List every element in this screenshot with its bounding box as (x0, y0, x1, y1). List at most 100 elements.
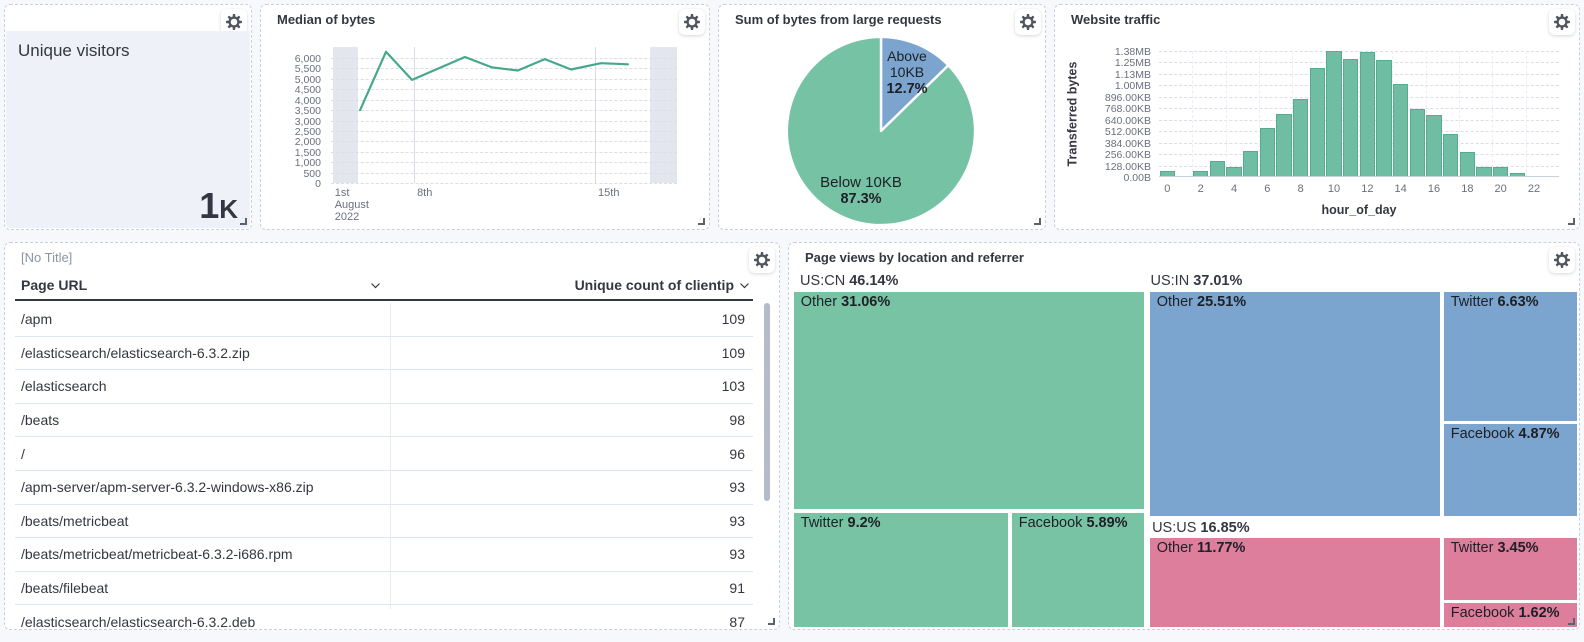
treemap-cell-twitter[interactable]: Twitter 6.63% (1444, 292, 1577, 421)
treemap-chart: US:CN 46.14%Other 31.06%Twitter 9.2%Face… (793, 271, 1577, 627)
panel-title: Website traffic (1071, 12, 1539, 27)
traffic-bar-hour-16[interactable] (1426, 115, 1441, 177)
traffic-bar-hour-12[interactable] (1360, 52, 1375, 177)
chevron-down-icon (738, 279, 751, 292)
y-axis-tick-label: 1.13MB (1115, 69, 1151, 81)
treemap-cell-facebook[interactable]: Facebook 4.87% (1444, 424, 1577, 516)
treemap-cell-twitter[interactable]: Twitter 3.45% (1444, 538, 1577, 600)
panel-page-views-treemap: Page views by location and referrer US:C… (788, 242, 1580, 630)
x-axis-tick-label: 15th (598, 187, 619, 199)
x-axis-tick-label: 12 (1361, 183, 1373, 195)
x-axis-tick-label: 8th (417, 187, 432, 199)
pie-slice-pct: 12.7% (886, 81, 927, 97)
y-axis-tick-label: 500 (303, 168, 321, 180)
y-axis-tick-label: 1.25MB (1115, 57, 1151, 69)
traffic-bar-hour-10[interactable] (1326, 51, 1341, 177)
x-axis-tick-label: 16 (1428, 183, 1440, 195)
median-plot[interactable] (331, 47, 677, 183)
traffic-bar-hour-13[interactable] (1376, 60, 1391, 177)
treemap-cell-twitter[interactable]: Twitter 9.2% (794, 513, 1008, 627)
traffic-bar-hour-15[interactable] (1410, 109, 1425, 177)
panel-sum-of-bytes-pie: Sum of bytes from large requests Above 1… (718, 4, 1046, 230)
table-row: /96 (15, 437, 753, 471)
count-cell: 98 (393, 412, 753, 428)
treemap-cell-facebook[interactable]: Facebook 5.89% (1012, 513, 1144, 627)
y-axis-tick-label: 5,500 (295, 63, 321, 75)
y-axis-tick-label: 0 (315, 178, 321, 190)
treemap-group-label: US:IN 37.01% (1151, 273, 1243, 289)
table-scrollbar[interactable] (764, 303, 770, 501)
traffic-bar-hour-9[interactable] (1310, 68, 1325, 177)
page-url-cell: /beats/filebeat (15, 580, 393, 596)
x-axis-tick-label: 6 (1264, 183, 1270, 195)
resize-handle[interactable] (768, 618, 775, 625)
panel-title: Sum of bytes from large requests (735, 12, 1005, 27)
panel-settings-button[interactable] (1015, 9, 1041, 35)
table-row: /beats/filebeat91 (15, 572, 753, 606)
traffic-bar-hour-11[interactable] (1343, 59, 1358, 177)
column-divider (390, 303, 391, 609)
gear-icon (1020, 14, 1036, 30)
resize-handle[interactable] (1568, 218, 1575, 225)
x-axis-tick-label: 1stAugust2022 (335, 187, 369, 223)
resize-handle[interactable] (240, 218, 247, 225)
panel-settings-button[interactable] (679, 9, 705, 35)
resize-handle[interactable] (698, 218, 705, 225)
column-header-page-url[interactable]: Page URL (15, 277, 390, 293)
count-cell: 109 (393, 311, 753, 327)
page-url-cell: /beats/metricbeat/metricbeat-6.3.2-i686.… (15, 546, 393, 562)
column-header-label: Page URL (21, 277, 87, 293)
pie-slice-label-above: Above 10KB 12.7% (870, 48, 944, 97)
panel-settings-button[interactable] (1549, 9, 1575, 35)
panel-settings-button[interactable] (749, 247, 775, 273)
table-header: Page URL Unique count of clientip (15, 271, 753, 301)
gridline (1226, 51, 1227, 177)
gear-icon (1554, 252, 1570, 268)
treemap-cell-other[interactable]: Other 11.77% (1150, 538, 1440, 627)
resize-handle[interactable] (1034, 218, 1041, 225)
y-axis-tick-label: 5,000 (295, 74, 321, 86)
x-axis-tick-label: 22 (1528, 183, 1540, 195)
table-body: /apm109/elasticsearch/elasticsearch-6.3.… (15, 303, 753, 627)
x-axis-tick-label: 20 (1495, 183, 1507, 195)
panel-settings-button[interactable] (1549, 247, 1575, 273)
gridline (331, 183, 677, 184)
y-axis-tick-label: 2,500 (295, 126, 321, 138)
panel-median-of-bytes: Median of bytes 05001,0001,5002,0002,500… (260, 4, 710, 230)
column-header-unique-count[interactable]: Unique count of clientip (390, 277, 753, 293)
traffic-xaxis: 0246810121416182022 (1159, 181, 1559, 195)
table-row: /elasticsearch/elasticsearch-6.3.2.zip10… (15, 337, 753, 371)
panel-title: [No Title] (21, 250, 739, 265)
treemap-cell-other[interactable]: Other 25.51% (1150, 292, 1440, 516)
treemap-group-label: US:CN 46.14% (800, 273, 898, 289)
pie-slice-pct: 87.3% (840, 191, 881, 207)
treemap-cell-other[interactable]: Other 31.06% (794, 292, 1144, 509)
traffic-bar-hour-18[interactable] (1460, 152, 1475, 177)
traffic-bar-hour-17[interactable] (1443, 134, 1458, 177)
count-cell: 93 (393, 479, 753, 495)
table-row: /beats98 (15, 404, 753, 438)
traffic-bar-hour-8[interactable] (1293, 99, 1308, 177)
y-axis-tick-label: 4,500 (295, 84, 321, 96)
traffic-bar-hour-3[interactable] (1210, 161, 1225, 177)
x-axis-tick-label: 0 (1164, 183, 1170, 195)
y-axis-tick-label: 896.00KB (1105, 92, 1151, 104)
traffic-bar-hour-14[interactable] (1393, 84, 1408, 177)
y-axis-tick-label: 512.00KB (1105, 126, 1151, 138)
y-axis-tick-label: 3,500 (295, 105, 321, 117)
traffic-bar-hour-5[interactable] (1243, 151, 1258, 177)
table-row: /beats/metricbeat93 (15, 505, 753, 539)
treemap-cell-facebook[interactable]: Facebook 1.62% (1444, 603, 1577, 627)
traffic-bar-hour-7[interactable] (1276, 114, 1291, 177)
y-axis-tick-label: 384.00KB (1105, 138, 1151, 150)
panel-title: Page views by location and referrer (805, 250, 1539, 265)
traffic-bar-hour-6[interactable] (1260, 128, 1275, 177)
median-line-series (331, 47, 677, 183)
traffic-y-axis-title: Transferred bytes (1063, 51, 1081, 177)
resize-handle[interactable] (1568, 618, 1575, 625)
pie-chart[interactable]: Above 10KB 12.7% Below 10KB 87.3% (784, 34, 978, 228)
traffic-plot[interactable] (1159, 51, 1559, 177)
y-axis-tick-label: 256.00KB (1105, 149, 1151, 161)
count-cell: 103 (393, 378, 753, 394)
y-axis-tick-label: 6,000 (295, 53, 321, 65)
